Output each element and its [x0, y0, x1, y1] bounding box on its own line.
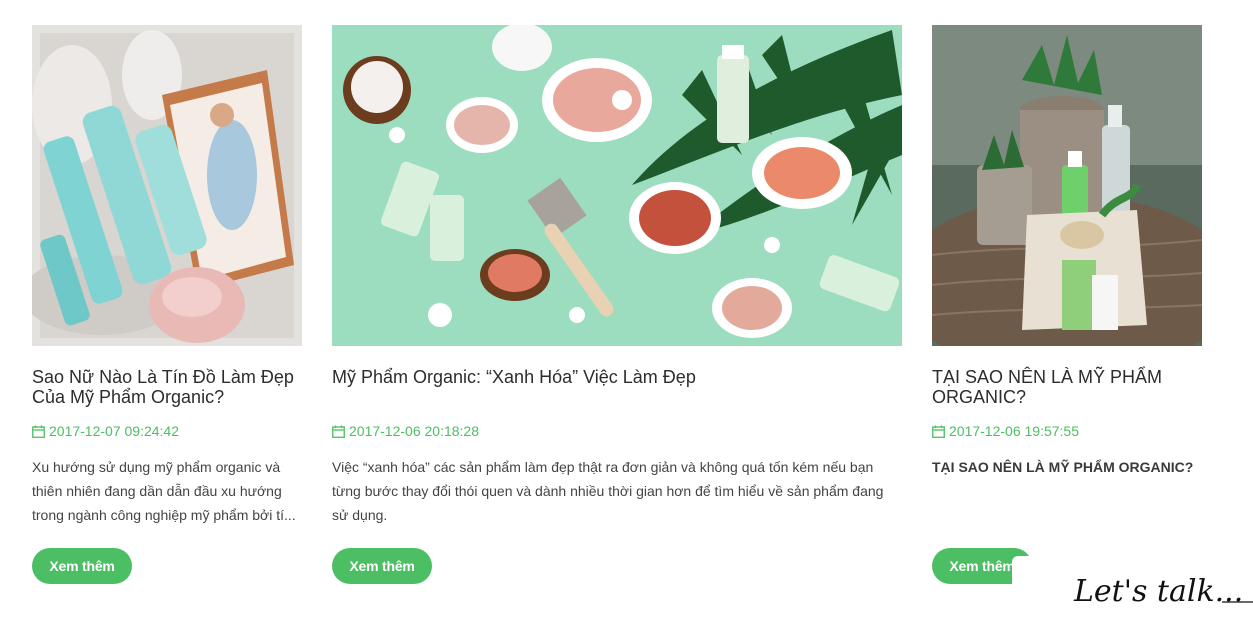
blog-post-list: Sao Nữ Nào Là Tín Đồ Làm Đẹp Của Mỹ Phẩm… — [0, 0, 1253, 617]
post-title-link[interactable]: Mỹ Phẩm Organic: “Xanh Hóa” Việc Làm Đẹp — [332, 367, 696, 387]
calendar-icon — [32, 425, 45, 438]
post-excerpt: Xu hướng sử dụng mỹ phẩm organic và thiê… — [32, 459, 296, 523]
chat-label-text: Let's talk... — [1073, 574, 1243, 609]
calendar-icon — [332, 425, 345, 438]
calendar-icon — [932, 425, 945, 438]
post-thumbnail-organic[interactable] — [332, 25, 902, 346]
post-title[interactable]: Sao Nữ Nào Là Tín Đồ Làm Đẹp Của Mỹ Phẩm… — [32, 367, 302, 407]
post-thumbnail-kora[interactable] — [32, 25, 302, 346]
post-date: 2017-12-06 20:18:28 — [332, 423, 479, 439]
post-excerpt: TẠI SAO NÊN LÀ MỸ PHẨM ORGANIC? — [932, 459, 1194, 475]
lets-talk-label: Let's talk... — [1073, 574, 1253, 609]
read-more-button[interactable]: Xem thêm — [32, 548, 132, 584]
post-card: Sao Nữ Nào Là Tín Đồ Làm Đẹp Của Mỹ Phẩm… — [32, 25, 302, 584]
post-excerpt: Việc “xanh hóa” các sản phẩm làm đẹp thậ… — [332, 459, 884, 523]
post-title-link[interactable]: Sao Nữ Nào Là Tín Đồ Làm Đẹp Của Mỹ Phẩm… — [32, 367, 294, 407]
post-date: 2017-12-07 09:24:42 — [32, 423, 179, 439]
post-image — [332, 25, 902, 346]
chat-widget[interactable]: Let's talk... — [1012, 556, 1253, 617]
post-card: Mỹ Phẩm Organic: “Xanh Hóa” Việc Làm Đẹp… — [332, 25, 902, 584]
post-thumbnail-succulents[interactable] — [932, 25, 1202, 346]
post-title[interactable]: TẠI SAO NÊN LÀ MỸ PHẨM ORGANIC? — [932, 367, 1202, 407]
post-date-text: 2017-12-07 09:24:42 — [49, 423, 179, 439]
post-image — [932, 25, 1202, 346]
post-title-link[interactable]: TẠI SAO NÊN LÀ MỸ PHẨM ORGANIC? — [932, 367, 1162, 407]
post-date-text: 2017-12-06 19:57:55 — [949, 423, 1079, 439]
post-card: TẠI SAO NÊN LÀ MỸ PHẨM ORGANIC? 2017-12-… — [932, 25, 1202, 584]
post-date: 2017-12-06 19:57:55 — [932, 423, 1079, 439]
read-more-button[interactable]: Xem thêm — [332, 548, 432, 584]
post-image — [32, 25, 302, 346]
post-date-text: 2017-12-06 20:18:28 — [349, 423, 479, 439]
post-title[interactable]: Mỹ Phẩm Organic: “Xanh Hóa” Việc Làm Đẹp — [332, 367, 902, 387]
